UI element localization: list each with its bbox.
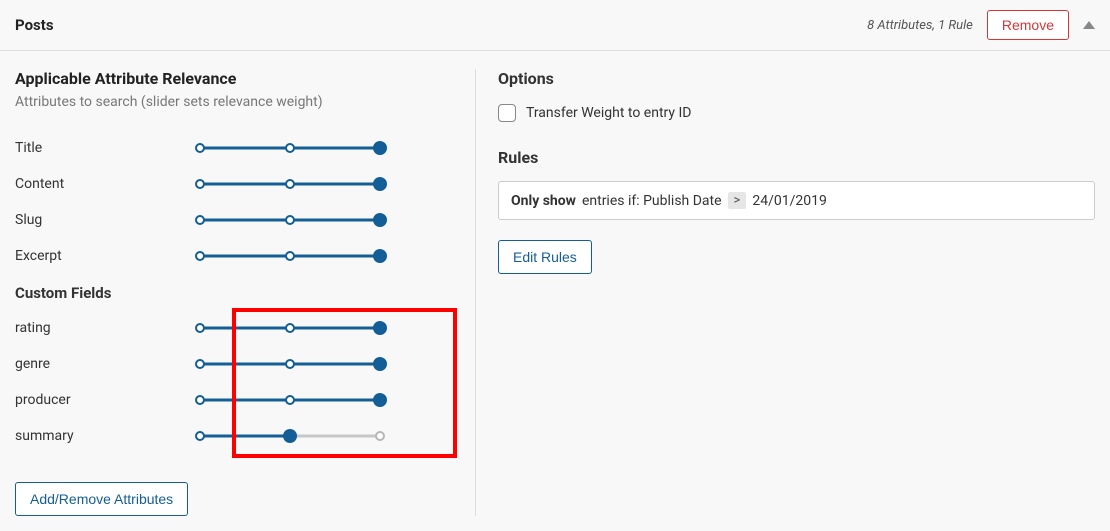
attribute-content-slider-stop — [285, 179, 295, 189]
custom-field-summary-slider-handle[interactable] — [283, 429, 297, 443]
rule-mid: entries if: Publish Date — [582, 193, 722, 209]
attribute-excerpt-slider-stop — [285, 251, 295, 261]
attribute-title-slider-handle[interactable] — [373, 141, 387, 155]
attribute-title-label: Title — [15, 140, 195, 156]
custom-field-summary-slider-stop — [375, 431, 385, 441]
custom-field-rating-slider-handle[interactable] — [373, 321, 387, 335]
attributes-section-subtitle: Attributes to search (slider sets releva… — [15, 94, 455, 110]
transfer-weight-checkbox[interactable] — [498, 104, 516, 122]
remove-button[interactable]: Remove — [987, 10, 1069, 40]
attribute-content-row: Content — [15, 166, 455, 202]
attribute-excerpt-slider-handle[interactable] — [373, 249, 387, 263]
transfer-weight-row: Transfer Weight to entry ID — [498, 104, 1095, 122]
custom-field-summary-label: summary — [15, 428, 195, 444]
attribute-title-slider-stop — [195, 143, 205, 153]
custom-field-summary-slider-stop — [195, 431, 205, 441]
collapse-caret-icon[interactable] — [1083, 21, 1095, 29]
attribute-excerpt-label: Excerpt — [15, 248, 195, 264]
custom-field-rating-slider-stop — [195, 323, 205, 333]
custom-field-producer-slider-stop — [285, 395, 295, 405]
options-panel: Options Transfer Weight to entry ID Rule… — [498, 69, 1095, 516]
options-title: Options — [498, 69, 1095, 88]
attributes-panel: Applicable Attribute Relevance Attribute… — [15, 69, 475, 516]
custom-field-producer-slider-stop — [195, 395, 205, 405]
attribute-excerpt-slider-stop — [195, 251, 205, 261]
custom-field-genre-row: genre — [15, 346, 455, 382]
attribute-slug-slider-stop — [195, 215, 205, 225]
custom-field-producer-label: producer — [15, 392, 195, 408]
custom-field-genre-label: genre — [15, 356, 195, 372]
rule-operator-chip: > — [728, 192, 747, 209]
rule-prefix: Only show — [511, 193, 576, 209]
attribute-excerpt-row: Excerpt — [15, 238, 455, 274]
attribute-content-slider-stop — [195, 179, 205, 189]
attributes-section-title: Applicable Attribute Relevance — [15, 69, 455, 88]
custom-field-genre-slider-stop — [195, 359, 205, 369]
edit-rules-button[interactable]: Edit Rules — [498, 240, 592, 274]
custom-field-rating-slider[interactable] — [195, 318, 385, 338]
attribute-slug-slider[interactable] — [195, 210, 385, 230]
custom-field-producer-slider[interactable] — [195, 390, 385, 410]
attribute-slug-slider-handle[interactable] — [373, 213, 387, 227]
header: Posts 8 Attributes, 1 Rule Remove — [0, 0, 1110, 51]
custom-field-producer-slider-handle[interactable] — [373, 393, 387, 407]
custom-field-summary-row: summary — [15, 418, 455, 454]
attribute-slug-row: Slug — [15, 202, 455, 238]
attribute-excerpt-slider[interactable] — [195, 246, 385, 266]
attribute-title-slider-stop — [285, 143, 295, 153]
custom-field-summary-slider[interactable] — [195, 426, 385, 446]
custom-fields-title: Custom Fields — [15, 284, 455, 302]
custom-field-producer-row: producer — [15, 382, 455, 418]
rule-item[interactable]: Only show entries if: Publish Date > 24/… — [498, 181, 1095, 220]
custom-field-genre-slider-handle[interactable] — [373, 357, 387, 371]
add-remove-attributes-button[interactable]: Add/Remove Attributes — [15, 482, 188, 516]
transfer-weight-label: Transfer Weight to entry ID — [526, 105, 691, 121]
attribute-slug-label: Slug — [15, 212, 195, 228]
custom-field-genre-slider[interactable] — [195, 354, 385, 374]
attribute-title-row: Title — [15, 130, 455, 166]
attribute-slug-slider-stop — [285, 215, 295, 225]
attribute-content-slider-handle[interactable] — [373, 177, 387, 191]
panel-divider — [475, 69, 476, 516]
custom-field-genre-slider-stop — [285, 359, 295, 369]
rule-date: 24/01/2019 — [752, 193, 827, 209]
header-meta: 8 Attributes, 1 Rule — [867, 18, 973, 33]
custom-field-rating-label: rating — [15, 320, 195, 336]
custom-field-rating-slider-stop — [285, 323, 295, 333]
attribute-content-label: Content — [15, 176, 195, 192]
rules-title: Rules — [498, 148, 1095, 167]
page-title: Posts — [15, 16, 54, 34]
custom-field-rating-row: rating — [15, 310, 455, 346]
attribute-content-slider[interactable] — [195, 174, 385, 194]
attribute-title-slider[interactable] — [195, 138, 385, 158]
